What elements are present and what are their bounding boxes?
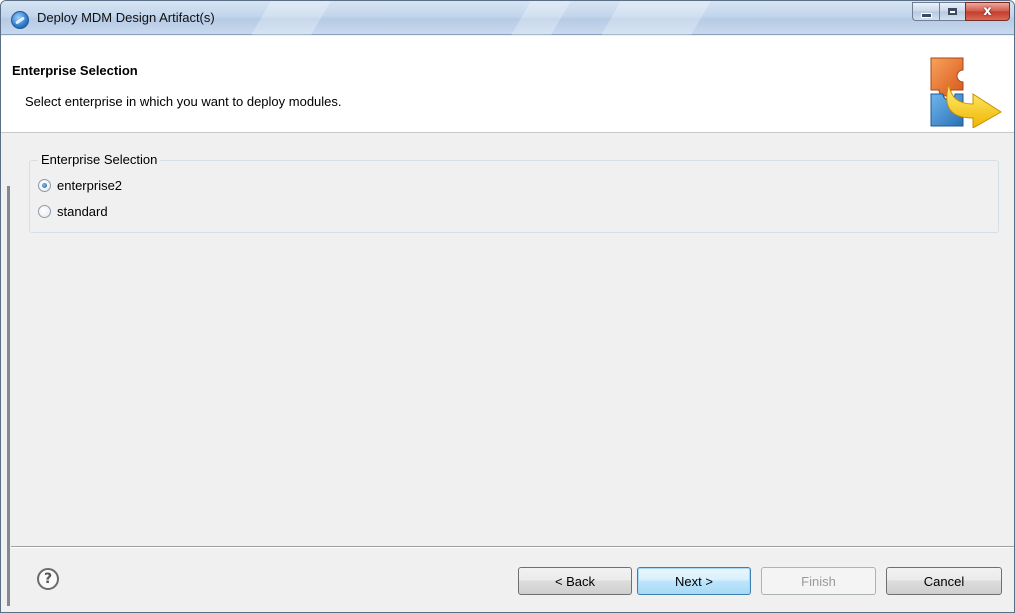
- minimize-button[interactable]: [912, 2, 939, 21]
- wizard-header-banner: Enterprise Selection Select enterprise i…: [1, 36, 1014, 133]
- title-bar-glare: [511, 1, 571, 35]
- cancel-button[interactable]: Cancel: [886, 567, 1002, 595]
- close-icon: x: [983, 4, 992, 19]
- minimize-icon: [920, 12, 932, 18]
- window-title: Deploy MDM Design Artifact(s): [37, 10, 215, 25]
- title-bar[interactable]: Deploy MDM Design Artifact(s) x: [1, 1, 1014, 35]
- next-button[interactable]: Next >: [637, 567, 751, 595]
- page-title: Enterprise Selection: [12, 63, 138, 78]
- window-edge: [7, 186, 10, 606]
- title-bar-glare: [601, 1, 711, 35]
- back-button[interactable]: < Back: [518, 567, 632, 595]
- page-description: Select enterprise in which you want to d…: [25, 94, 342, 109]
- title-bar-glare: [251, 1, 331, 35]
- enterprise-selection-group: [29, 160, 999, 233]
- radio-standard[interactable]: standard: [38, 204, 108, 219]
- radio-button-checked[interactable]: [38, 179, 51, 192]
- finish-button[interactable]: Finish: [761, 567, 876, 595]
- radio-button[interactable]: [38, 205, 51, 218]
- eclipse-icon[interactable]: [11, 11, 29, 29]
- radio-label: enterprise2: [57, 178, 123, 193]
- deploy-dialog-window: Deploy MDM Design Artifact(s) x Enterpri…: [0, 0, 1015, 613]
- window-controls: x: [912, 2, 1010, 22]
- footer-divider-highlight: [11, 547, 1014, 548]
- maximize-button[interactable]: [939, 2, 965, 21]
- maximize-icon: [948, 8, 957, 15]
- deploy-puzzle-icon: [930, 57, 1002, 128]
- radio-label: standard: [57, 204, 108, 219]
- group-legend: Enterprise Selection: [38, 152, 161, 167]
- help-icon[interactable]: ?: [37, 568, 59, 590]
- close-button[interactable]: x: [965, 2, 1010, 21]
- radio-enterprise2[interactable]: enterprise2: [38, 178, 122, 193]
